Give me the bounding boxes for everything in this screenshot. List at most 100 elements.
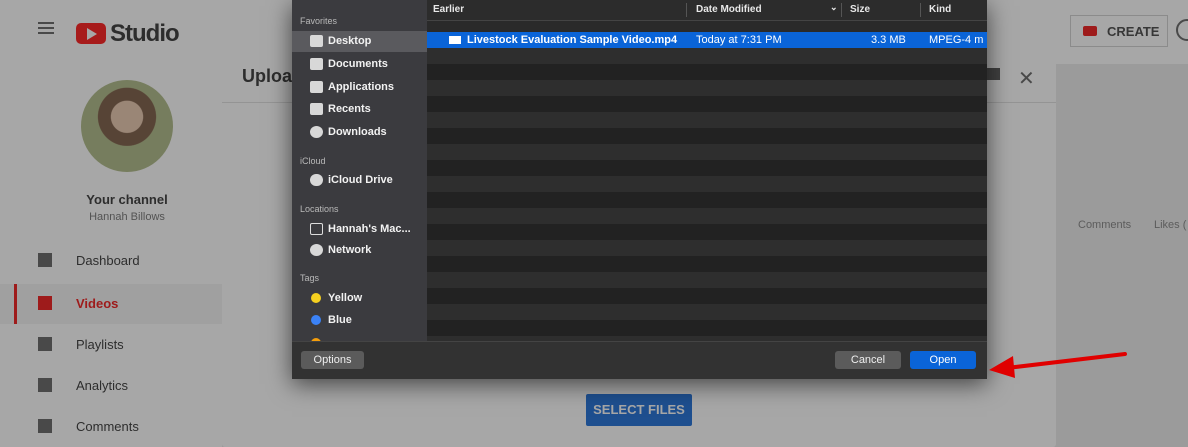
sidebar-item-tag-blue[interactable]: Blue [292,310,427,331]
sidebar-item-label: Documents [328,58,388,70]
empty-row [427,224,987,240]
video-file-icon [449,36,461,44]
column-header-date[interactable]: Date Modified [696,4,762,15]
dialog-footer: Options Cancel Open [292,341,987,379]
sidebar-item-label: Downloads [328,126,387,138]
sidebar-item-label: Hannah's Mac... [328,223,411,235]
menu-icon[interactable] [38,27,54,29]
column-header-size[interactable]: Size [850,4,870,15]
youtube-logo-icon[interactable] [76,23,106,44]
cancel-button[interactable]: Cancel [835,351,901,369]
desktop-icon [310,35,323,47]
empty-row [427,272,987,288]
empty-row [427,80,987,96]
avatar[interactable] [81,80,173,172]
icloud-heading: iCloud [300,156,326,166]
channel-name: Hannah Billows [89,211,165,223]
videos-icon [38,296,52,310]
empty-row [427,64,987,80]
file-kind: MPEG-4 m [929,34,984,46]
sidebar-item-label: iCloud Drive [328,174,393,186]
sidebar-item-label: Network [328,244,372,256]
document-icon [310,58,323,70]
camera-icon [1083,26,1097,36]
column-separator[interactable] [841,3,842,17]
sidebar-item-playlists[interactable]: Playlists [0,325,222,365]
dashboard-icon [38,253,52,267]
analytics-icon [38,378,52,392]
file-name: Livestock Evaluation Sample Video.mp4 [467,34,678,46]
empty-row [427,48,987,64]
cloud-icon [310,174,323,186]
computer-icon [310,223,323,235]
empty-row [427,160,987,176]
close-icon[interactable]: ✕ [1018,66,1035,91]
column-header-name[interactable]: Earlier [433,4,464,15]
chevron-down-icon[interactable]: ⌄ [830,2,838,13]
globe-icon [310,244,323,256]
empty-row [427,256,987,272]
studio-logo-text: Studio [110,20,180,47]
sidebar-item-label: Dashboard [76,253,140,268]
file-list: Earlier Date Modified ⌄ Size Kind Livest… [427,0,987,341]
sidebar-item-label: Analytics [76,378,129,393]
file-open-dialog: Favorites Desktop Documents Applications… [292,0,987,379]
column-header-likes[interactable]: Likes ( [1154,219,1186,231]
empty-row [427,192,987,208]
sidebar-item-dashboard[interactable]: Dashboard [0,241,222,281]
sidebar-item-comments[interactable]: Comments [0,407,222,447]
column-header-kind[interactable]: Kind [929,4,951,15]
open-button[interactable]: Open [910,351,976,369]
sidebar-item-label: Yellow [328,292,363,304]
sidebar-item-label: Recents [328,103,371,115]
empty-row [427,288,987,304]
sidebar-item-icloud-drive[interactable]: iCloud Drive [292,170,427,191]
sidebar-item-downloads[interactable]: Downloads [292,122,427,143]
sidebar-item-label: Desktop [328,35,372,47]
sidebar-item-label: Comments [76,419,139,434]
file-row[interactable]: Livestock Evaluation Sample Video.mp4 To… [427,32,987,48]
recents-icon [310,103,323,115]
sidebar-item-applications[interactable]: Applications [292,77,427,98]
empty-row [427,240,987,256]
file-size: 3.3 MB [871,34,906,46]
sidebar-item-label: Blue [328,314,352,326]
column-header-comments[interactable]: Comments [1078,219,1131,231]
empty-row [427,320,987,336]
locations-heading: Locations [300,204,339,214]
empty-row [427,96,987,112]
yellow-tag-icon [311,293,321,303]
column-separator[interactable] [920,3,921,17]
sidebar-item-documents[interactable]: Documents [292,54,427,75]
feedback-icon[interactable] [986,68,1000,80]
create-button[interactable]: CREATE [1070,15,1168,47]
tags-heading: Tags [300,273,320,283]
empty-row [427,304,987,320]
comments-icon [38,419,52,433]
empty-row [427,208,987,224]
column-separator[interactable] [686,3,687,17]
sidebar-item-videos[interactable]: Videos [0,284,222,324]
applications-icon [310,81,323,93]
options-button[interactable]: Options [301,351,364,369]
sidebar-item-tag-partial[interactable] [292,333,427,341]
sidebar-item-label: Videos [76,296,119,311]
channel-title: Your channel [86,192,168,207]
annotation-arrow-icon [989,352,1127,378]
file-date: Today at 7:31 PM [696,34,782,46]
help-icon[interactable] [1176,19,1188,41]
sidebar-item-network[interactable]: Network [292,240,427,261]
sidebar-item-desktop[interactable]: Desktop [292,31,427,52]
file-list-header: Earlier Date Modified ⌄ Size Kind [427,0,987,21]
empty-row [427,112,987,128]
create-label: CREATE [1107,24,1160,39]
playlists-icon [38,337,52,351]
sidebar-item-analytics[interactable]: Analytics [0,366,222,406]
empty-row [427,144,987,160]
favorites-heading: Favorites [300,16,338,26]
sidebar-item-mac[interactable]: Hannah's Mac... [292,219,427,240]
sidebar-item-tag-yellow[interactable]: Yellow [292,288,427,309]
sidebar-item-recents[interactable]: Recents [292,99,427,120]
select-files-button[interactable]: SELECT FILES [586,394,692,426]
sidebar-item-label: Playlists [76,337,124,352]
